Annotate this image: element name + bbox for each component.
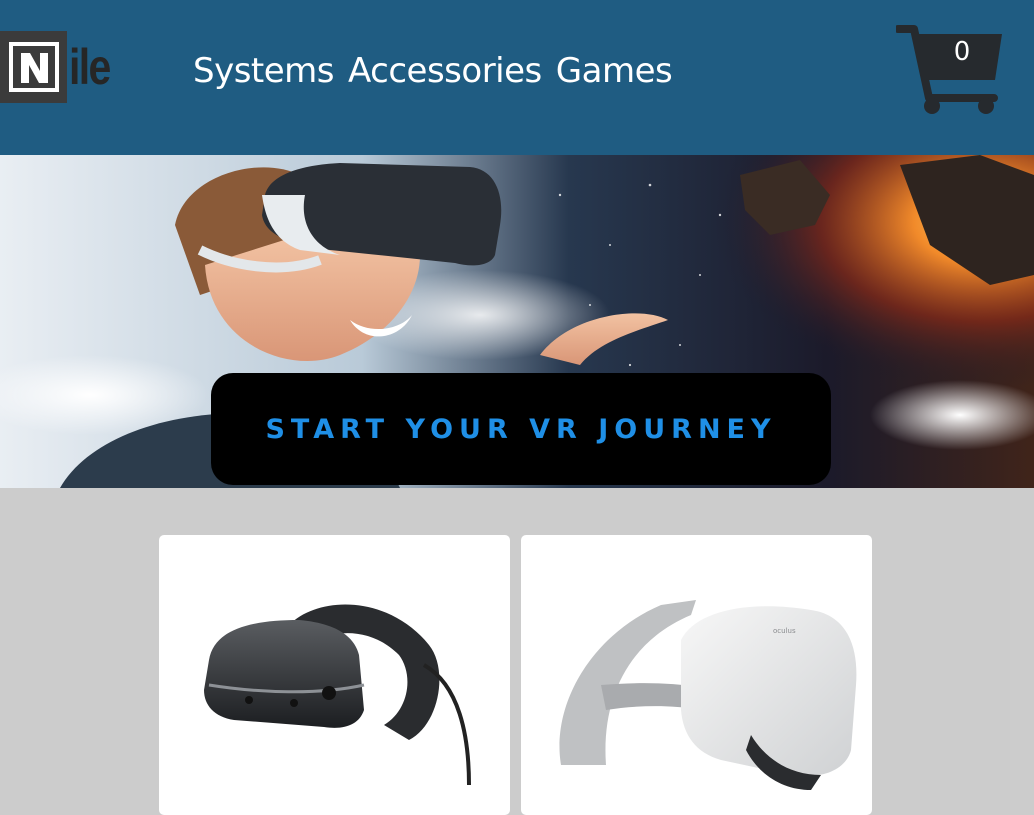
hero-banner: START YOUR VR JOURNEY [0, 155, 1034, 488]
svg-text:oculus: oculus [773, 627, 796, 635]
nav-accessories[interactable]: Accessories [348, 46, 542, 96]
product-grid: vr-headset-black-image oculus vr-headset… [0, 488, 1034, 815]
logo-mark [0, 31, 67, 103]
logo-wordmark: ile [69, 39, 111, 95]
cart-button[interactable]: 0 [896, 22, 1006, 117]
product-card[interactable]: oculus vr-headset-white-image [521, 535, 872, 815]
vr-journey-button[interactable]: START YOUR VR JOURNEY [211, 373, 831, 485]
product-card[interactable]: vr-headset-black-image [159, 535, 510, 815]
vr-headset-black-image [204, 604, 471, 786]
main-nav: Systems Accessories Games [193, 46, 673, 96]
logo-n-icon [8, 42, 59, 92]
vr-headset-white-image: oculus [559, 600, 857, 790]
cart-count-badge: 0 [953, 37, 971, 67]
site-header: ile Systems Accessories Games 0 [0, 0, 1034, 155]
nav-systems[interactable]: Systems [193, 46, 335, 96]
nav-games[interactable]: Games [556, 46, 673, 96]
brand-logo[interactable]: ile [0, 31, 130, 103]
